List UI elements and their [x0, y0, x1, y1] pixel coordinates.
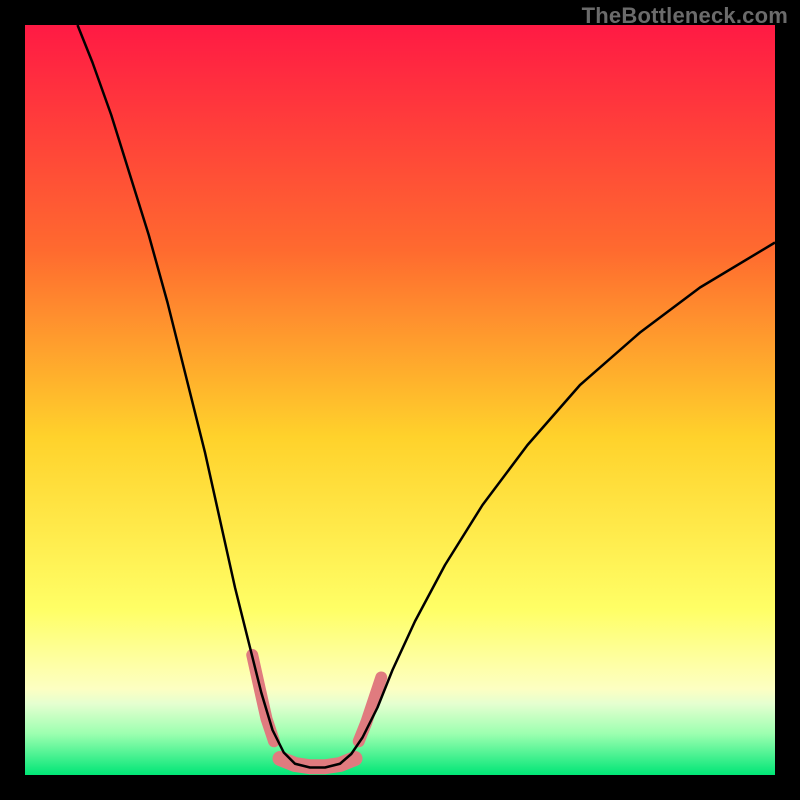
- plot-area: [25, 25, 775, 775]
- watermark-text: TheBottleneck.com: [582, 3, 788, 29]
- series-main-curve: [78, 25, 776, 768]
- curve-layer: [25, 25, 775, 775]
- chart-frame: TheBottleneck.com: [0, 0, 800, 800]
